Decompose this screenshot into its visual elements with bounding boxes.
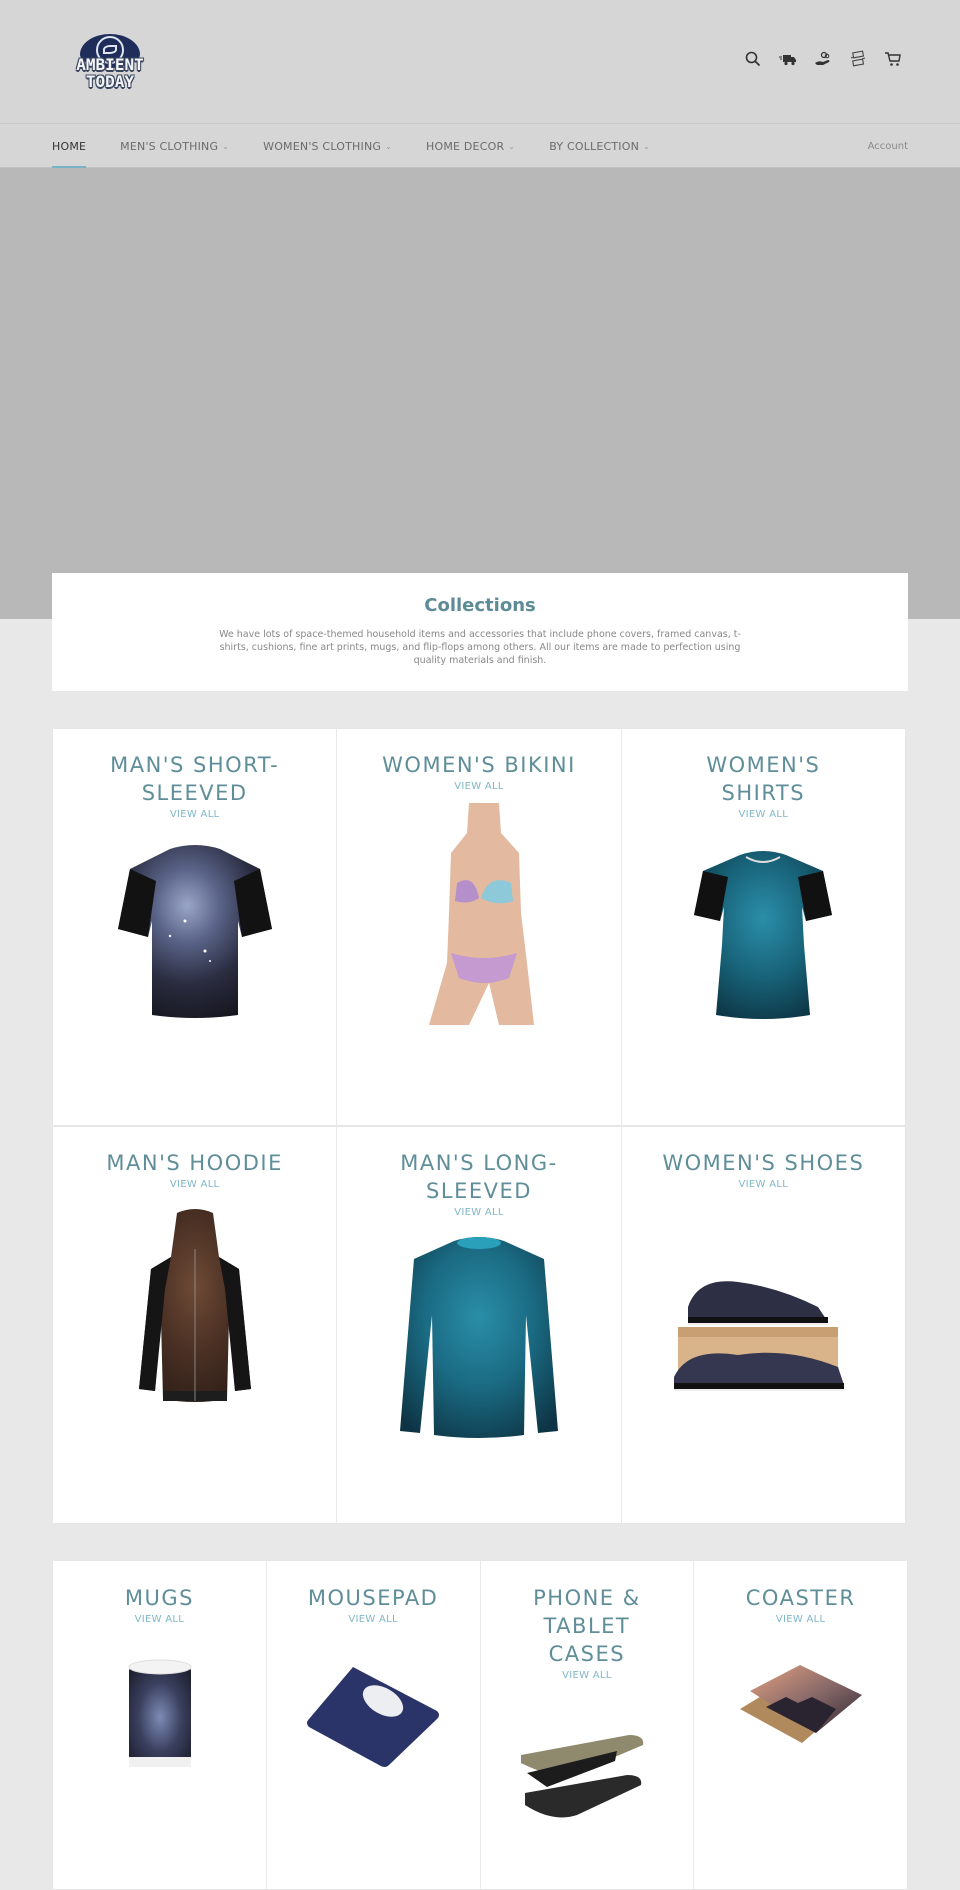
- coaster-product-image: [736, 1661, 866, 1751]
- view-all-link[interactable]: VIEW ALL: [622, 1179, 905, 1190]
- collections-description: We have lots of space-themed household i…: [219, 629, 741, 666]
- collection-card-womens-shoes[interactable]: WOMEN'S SHOES VIEW ALL: [622, 1127, 905, 1523]
- chevron-down-icon: ⌄: [222, 141, 230, 151]
- mug-product-image: [119, 1657, 199, 1775]
- view-all-link[interactable]: VIEW ALL: [53, 809, 336, 820]
- logo[interactable]: AMBIENT TODAY: [62, 34, 158, 98]
- collection-title: WOMEN'S SHOES: [662, 1151, 865, 1175]
- view-all-link[interactable]: VIEW ALL: [337, 1207, 620, 1218]
- view-all-link[interactable]: VIEW ALL: [53, 1614, 266, 1625]
- bikini-product-image: [409, 803, 549, 1025]
- hero-banner: [0, 168, 960, 619]
- nav-label: HOME: [52, 139, 87, 153]
- collection-card-mans-short-sleeved[interactable]: MAN'S SHORT-SLEEVED VIEW ALL: [53, 729, 338, 1125]
- collection-card-mousepad[interactable]: MOUSEPAD VIEW ALL: [267, 1561, 481, 1889]
- collection-title: WOMEN'S SHIRTS: [706, 753, 821, 805]
- account-link[interactable]: Account: [868, 124, 908, 168]
- hoodie-product-image: [135, 1209, 255, 1411]
- search-icon[interactable]: [744, 50, 762, 68]
- collection-grid-row-1: MAN'S SHORT-SLEEVED VIEW ALL WOMEN'S BIK…: [52, 728, 906, 1126]
- logo-text-line1: AMBIENT: [76, 55, 144, 74]
- phone-case-product-image: [517, 1731, 657, 1823]
- money-exchange-icon[interactable]: [849, 50, 867, 68]
- hand-money-icon[interactable]: [814, 50, 832, 68]
- collection-title: PHONE & TABLET CASES: [533, 1586, 641, 1666]
- long-sleeve-product-image: [394, 1235, 564, 1443]
- mousepad-product-image: [303, 1661, 443, 1771]
- delivery-truck-icon[interactable]: [779, 50, 797, 68]
- view-all-link[interactable]: VIEW ALL: [481, 1670, 694, 1681]
- nav-item-mens-clothing[interactable]: MEN'S CLOTHING ⌄: [120, 124, 229, 168]
- collection-card-phone-tablet-cases[interactable]: PHONE & TABLET CASES VIEW ALL: [481, 1561, 695, 1889]
- chevron-down-icon: ⌄: [385, 141, 393, 151]
- collection-title: COASTER: [745, 1586, 856, 1610]
- logo-text: AMBIENT TODAY: [62, 56, 158, 90]
- nav-item-home-decor[interactable]: HOME DECOR ⌄: [426, 124, 515, 168]
- view-all-link[interactable]: VIEW ALL: [622, 809, 905, 820]
- nav-list: HOME MEN'S CLOTHING ⌄ WOMEN'S CLOTHING ⌄ H…: [52, 124, 684, 169]
- collections-heading: Collections: [424, 595, 536, 616]
- collections-intro: Collections We have lots of space-themed…: [52, 573, 908, 691]
- collection-title: MAN'S HOODIE: [106, 1151, 283, 1175]
- collection-title: WOMEN'S BIKINI: [382, 753, 576, 777]
- chevron-down-icon: ⌄: [508, 141, 516, 151]
- collection-title: MUGS: [124, 1586, 194, 1610]
- nav-label: HOME DECOR: [426, 139, 505, 153]
- view-all-link[interactable]: VIEW ALL: [694, 1614, 907, 1625]
- tshirt-product-image: [110, 841, 280, 1021]
- nav-item-home[interactable]: HOME: [52, 124, 87, 169]
- collection-card-coaster[interactable]: COASTER VIEW ALL: [694, 1561, 907, 1889]
- header-icons: [744, 50, 902, 68]
- collection-title: MAN'S SHORT-SLEEVED: [110, 753, 280, 805]
- collection-card-womens-shirts[interactable]: WOMEN'S SHIRTS VIEW ALL: [622, 729, 905, 1125]
- collection-grid-row-2: MAN'S HOODIE VIEW ALL MAN'S LONG-SLEEVED…: [52, 1126, 906, 1524]
- logo-text-line2: TODAY: [85, 72, 135, 91]
- collection-card-mans-long-sleeved[interactable]: MAN'S LONG-SLEEVED VIEW ALL: [337, 1127, 622, 1523]
- nav-item-by-collection[interactable]: BY COLLECTION ⌄: [549, 124, 650, 168]
- nav-label: MEN'S CLOTHING: [120, 139, 219, 153]
- collection-title: MOUSEPAD: [307, 1586, 439, 1610]
- shoes-product-image: [668, 1277, 858, 1407]
- collection-card-mans-hoodie[interactable]: MAN'S HOODIE VIEW ALL: [53, 1127, 338, 1523]
- collection-card-mugs[interactable]: MUGS VIEW ALL: [53, 1561, 267, 1889]
- collection-title: MAN'S LONG-SLEEVED: [400, 1151, 558, 1203]
- chevron-down-icon: ⌄: [643, 141, 650, 151]
- view-all-link[interactable]: VIEW ALL: [337, 781, 620, 792]
- leaf-icon: [103, 45, 117, 54]
- nav-label: WOMEN'S CLOTHING: [263, 139, 382, 153]
- collection-grid-row-3: MUGS VIEW ALL MOUSEPAD VIEW ALL PHONE & …: [52, 1560, 908, 1890]
- view-all-link[interactable]: VIEW ALL: [53, 1179, 336, 1190]
- main-nav: HOME MEN'S CLOTHING ⌄ WOMEN'S CLOTHING ⌄ H…: [0, 124, 960, 169]
- site-header: AMBIENT TODAY: [0, 0, 960, 124]
- womens-shirt-product-image: [688, 845, 838, 1023]
- cart-icon[interactable]: [884, 50, 902, 68]
- nav-item-womens-clothing[interactable]: WOMEN'S CLOTHING ⌄: [263, 124, 392, 168]
- collection-card-womens-bikini[interactable]: WOMEN'S BIKINI VIEW ALL: [337, 729, 622, 1125]
- nav-label: BY COLLECTION: [549, 139, 640, 153]
- view-all-link[interactable]: VIEW ALL: [267, 1614, 480, 1625]
